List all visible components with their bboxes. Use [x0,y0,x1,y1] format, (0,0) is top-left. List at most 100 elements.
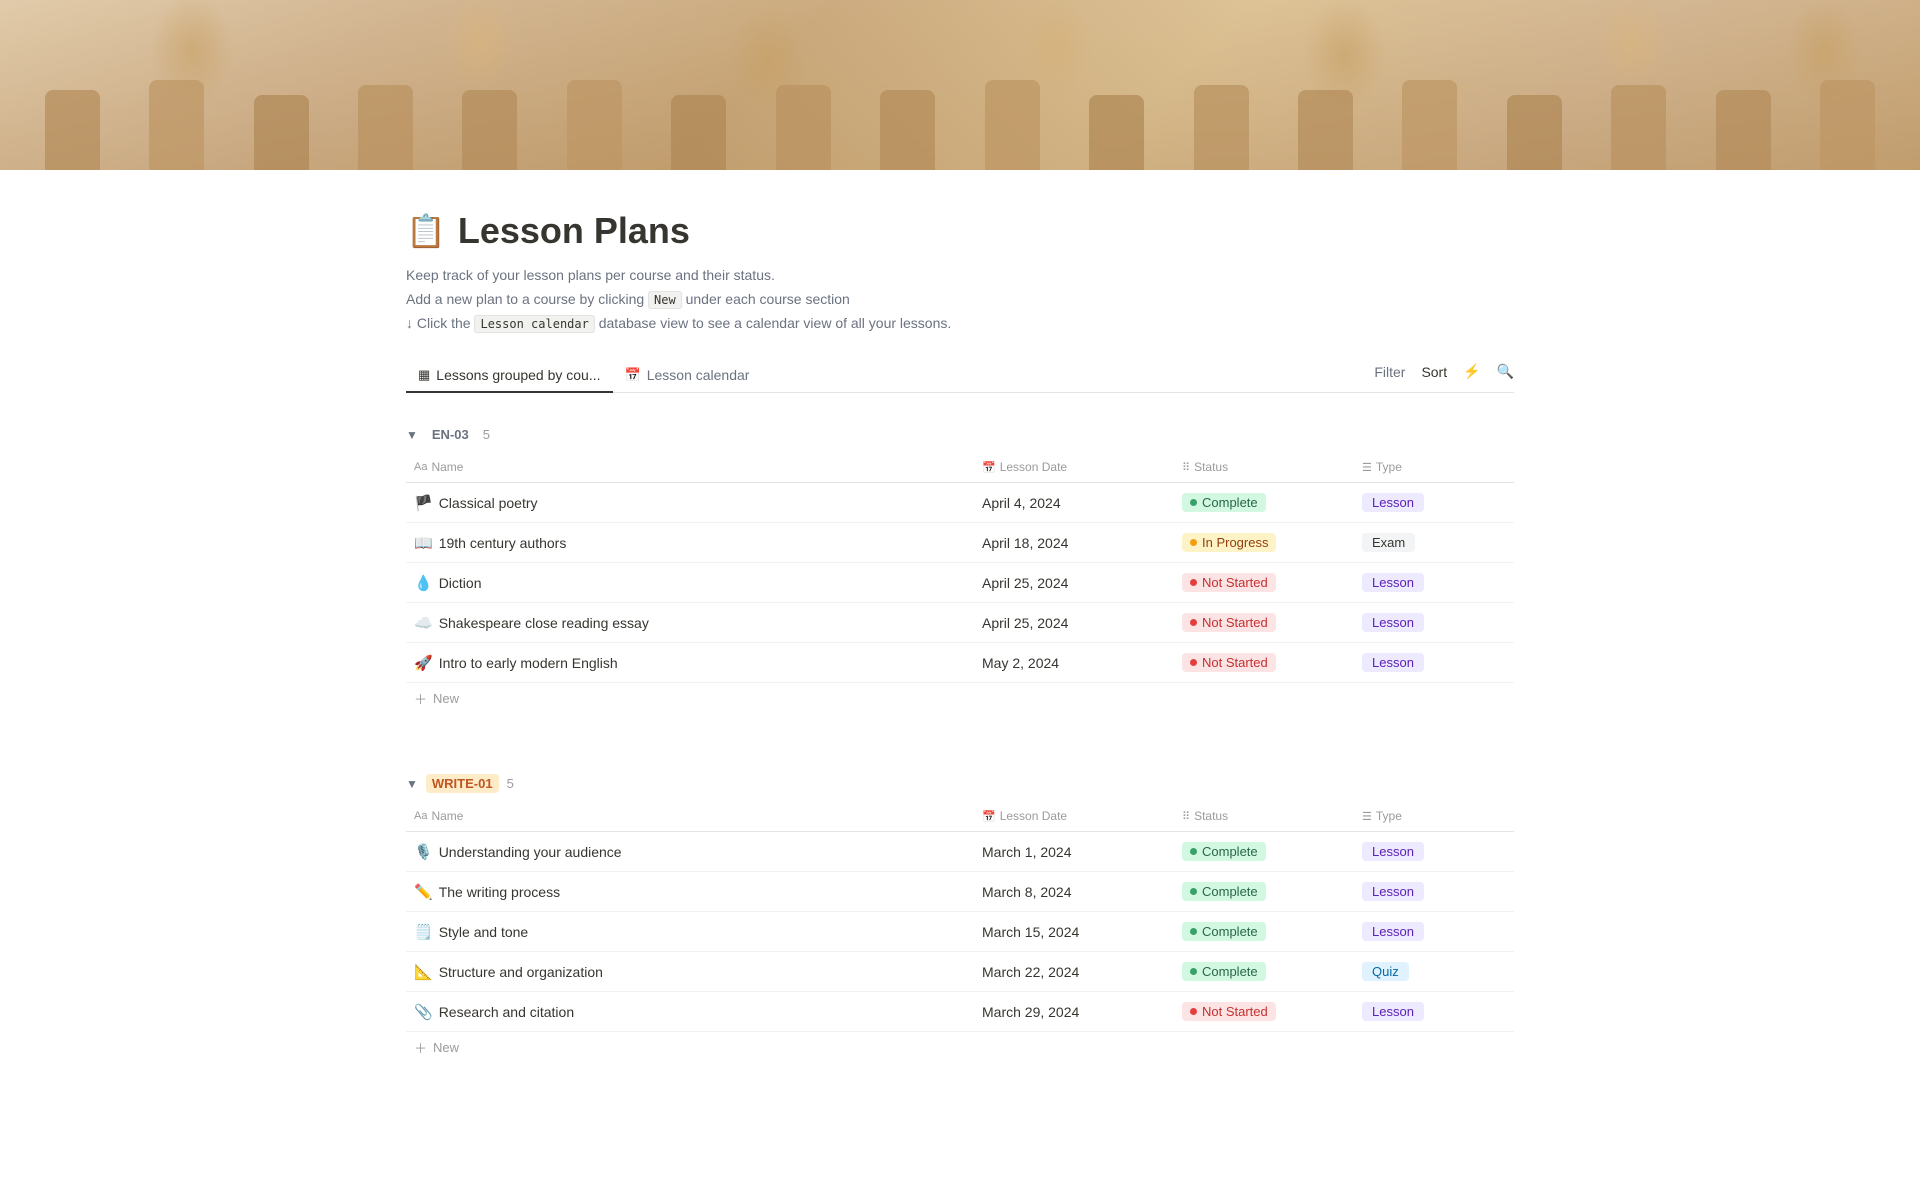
status-dot [1190,1008,1197,1015]
calendar-col-icon: 📅 [982,810,996,823]
table-row[interactable]: 📖 19th century authors April 18, 2024 In… [406,523,1514,563]
cell-date: March 8, 2024 [974,878,1174,906]
page-icon: 📋 [406,212,446,250]
cell-name: 🚀 Intro to early modern English [406,648,974,678]
plus-icon: ＋ [414,1038,427,1057]
cell-status: Not Started [1174,567,1354,598]
tab-lessons-grouped[interactable]: ▦ Lessons grouped by cou... [406,359,613,393]
cell-date: March 22, 2024 [974,958,1174,986]
section-write01: ▼ WRITE-01 5 Aa Name 📅 Lesson Date ⠿ Sta… [406,770,1514,1063]
section-count-write01: 5 [507,776,514,791]
table-en03: Aa Name 📅 Lesson Date ⠿ Status ☰ Type [406,452,1514,714]
cell-date: April 25, 2024 [974,569,1174,597]
type-badge: Lesson [1362,653,1424,672]
cell-status: Complete [1174,916,1354,947]
status-badge: In Progress [1182,533,1276,552]
cell-date: April 18, 2024 [974,529,1174,557]
table-row[interactable]: 🗒️ Style and tone March 15, 2024 Complet… [406,912,1514,952]
text-icon: Aa [414,810,427,822]
table-write01: Aa Name 📅 Lesson Date ⠿ Status ☰ Type [406,801,1514,1063]
type-badge: Lesson [1362,922,1424,941]
row-emoji: 🚀 [414,654,433,672]
col-header-date-write01: 📅 Lesson Date [974,805,1174,827]
status-badge: Complete [1182,493,1266,512]
search-icon: 🔍 [1497,363,1514,380]
sort-button[interactable]: Sort [1421,364,1447,380]
status-dot [1190,579,1197,586]
status-badge: Not Started [1182,653,1276,672]
type-badge: Lesson [1362,882,1424,901]
cell-date: May 2, 2024 [974,649,1174,677]
section-en03: ▼ EN-03 5 Aa Name 📅 Lesson Date ⠿ Status [406,421,1514,714]
status-dot [1190,619,1197,626]
cell-status: Complete [1174,836,1354,867]
status-dot [1190,659,1197,666]
status-col-icon: ⠿ [1182,810,1190,823]
section-count-en03: 5 [483,427,490,442]
status-badge: Complete [1182,842,1266,861]
cell-name: 📎 Research and citation [406,997,974,1027]
row-emoji: 📖 [414,534,433,552]
filter-button[interactable]: Filter [1374,364,1405,380]
table-row[interactable]: 🚀 Intro to early modern English May 2, 2… [406,643,1514,683]
status-badge: Not Started [1182,1002,1276,1021]
type-badge: Lesson [1362,1002,1424,1021]
chevron-write01[interactable]: ▼ [406,777,418,791]
type-col-icon: ☰ [1362,461,1372,474]
status-dot [1190,968,1197,975]
status-badge: Complete [1182,922,1266,941]
cell-status: In Progress [1174,527,1354,558]
tabs-row: ▦ Lessons grouped by cou... 📅 Lesson cal… [406,359,1514,393]
cell-date: March 29, 2024 [974,998,1174,1026]
cell-name: ✏️ The writing process [406,877,974,907]
cell-name: 🏴 Classical poetry [406,488,974,518]
cell-type: Lesson [1354,876,1514,907]
status-badge: Complete [1182,962,1266,981]
row-emoji: ☁️ [414,614,433,632]
lightning-button[interactable]: ⚡ [1463,363,1480,380]
cell-status: Complete [1174,487,1354,518]
row-emoji: 🗒️ [414,923,433,941]
cell-name: 🗒️ Style and tone [406,917,974,947]
cell-status: Not Started [1174,647,1354,678]
search-button[interactable]: 🔍 [1497,363,1514,380]
row-emoji: 🏴 [414,494,433,512]
table-row[interactable]: ☁️ Shakespeare close reading essay April… [406,603,1514,643]
table-header-en03: Aa Name 📅 Lesson Date ⠿ Status ☰ Type [406,452,1514,483]
type-badge: Lesson [1362,493,1424,512]
cell-date: March 1, 2024 [974,838,1174,866]
col-header-type-write01: ☰ Type [1354,805,1514,827]
row-emoji: ✏️ [414,883,433,901]
table-row[interactable]: 💧 Diction April 25, 2024 Not Started Les… [406,563,1514,603]
type-badge: Lesson [1362,613,1424,632]
cell-type: Quiz [1354,956,1514,987]
plus-icon: ＋ [414,689,427,708]
page-description: Keep track of your lesson plans per cour… [406,264,1514,335]
cell-status: Not Started [1174,996,1354,1027]
add-row-write01[interactable]: ＋ New [406,1032,1514,1063]
page-title: Lesson Plans [458,210,690,252]
section-header-write01: ▼ WRITE-01 5 [406,770,1514,797]
status-dot [1190,848,1197,855]
type-badge: Lesson [1362,842,1424,861]
table-row[interactable]: ✏️ The writing process March 8, 2024 Com… [406,872,1514,912]
type-badge: Lesson [1362,573,1424,592]
text-icon: Aa [414,461,427,473]
section-title-write01: WRITE-01 [426,774,499,793]
row-emoji: 📐 [414,963,433,981]
type-badge: Quiz [1362,962,1409,981]
chevron-en03[interactable]: ▼ [406,428,418,442]
status-dot [1190,928,1197,935]
cell-type: Lesson [1354,607,1514,638]
section-header-en03: ▼ EN-03 5 [406,421,1514,448]
table-row[interactable]: 📐 Structure and organization March 22, 2… [406,952,1514,992]
status-dot [1190,888,1197,895]
tab-lesson-calendar[interactable]: 📅 Lesson calendar [613,359,762,393]
cell-type: Exam [1354,527,1514,558]
table-row[interactable]: 📎 Research and citation March 29, 2024 N… [406,992,1514,1032]
add-row-en03[interactable]: ＋ New [406,683,1514,714]
table-row[interactable]: 🏴 Classical poetry April 4, 2024 Complet… [406,483,1514,523]
cell-type: Lesson [1354,916,1514,947]
table-row[interactable]: 🎙️ Understanding your audience March 1, … [406,832,1514,872]
table-header-write01: Aa Name 📅 Lesson Date ⠿ Status ☰ Type [406,801,1514,832]
